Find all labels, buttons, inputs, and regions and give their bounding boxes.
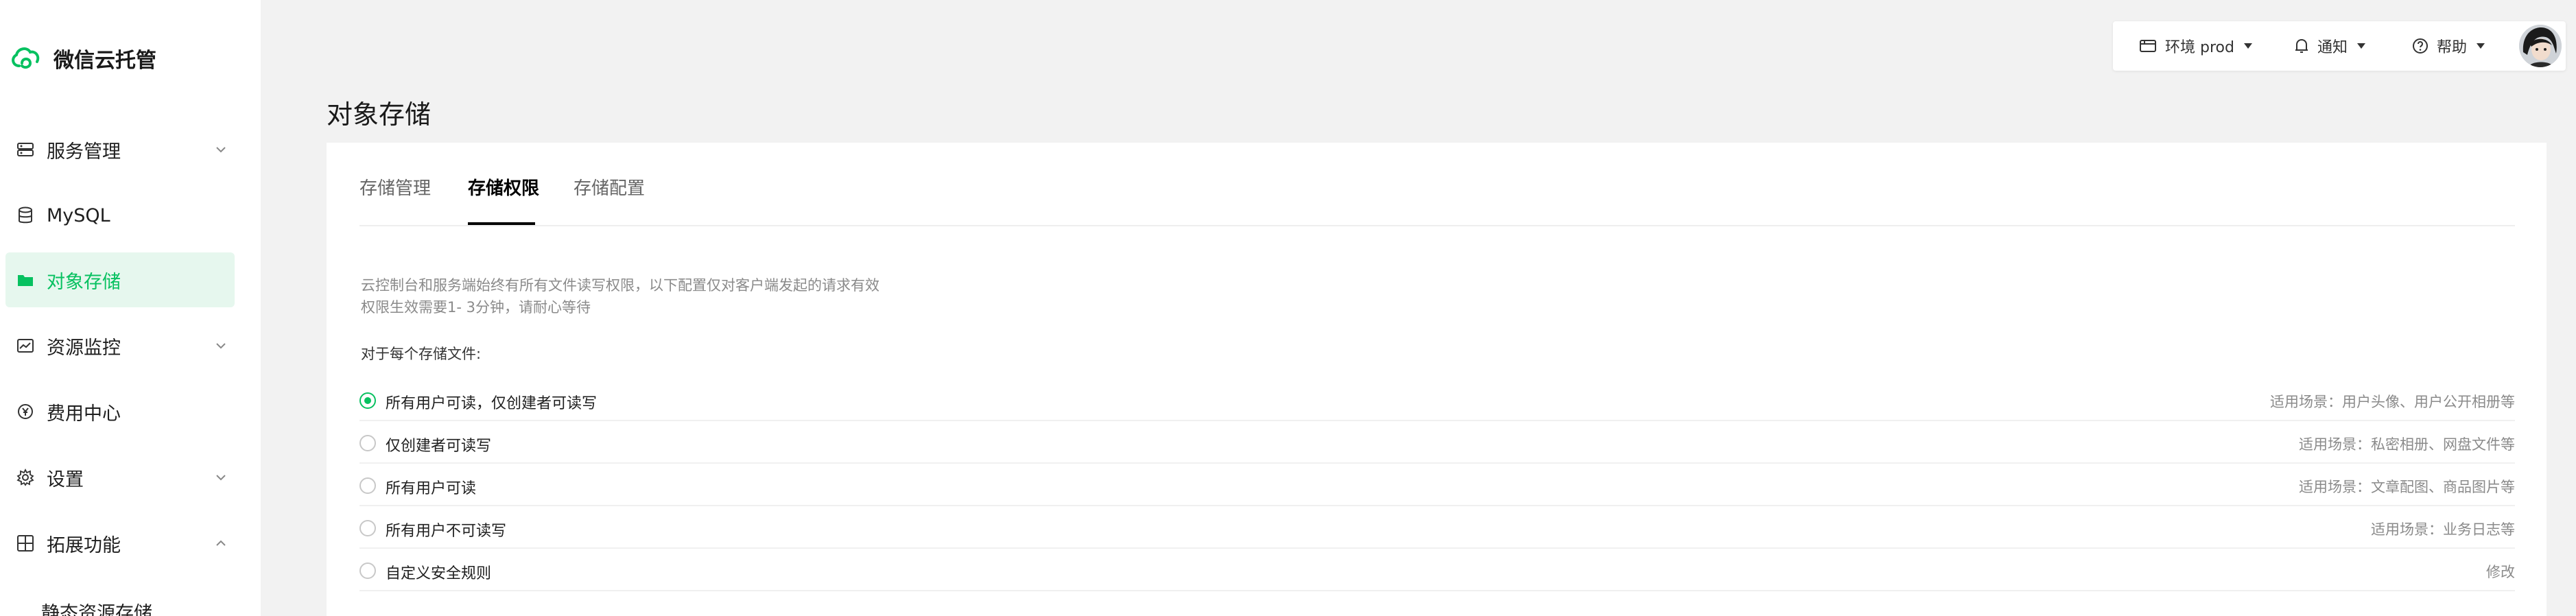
sidebar-item-service[interactable]: 服务管理 bbox=[5, 122, 235, 177]
notify-label: 通知 bbox=[2317, 39, 2348, 56]
sidebar-item-billing[interactable]: 费用中心 bbox=[5, 384, 235, 439]
help-menu[interactable]: 帮助 bbox=[2412, 36, 2485, 56]
radio-button[interactable] bbox=[359, 392, 376, 409]
sidebar-item-label: 设置 bbox=[47, 469, 84, 490]
sidebar-item-label: 费用中心 bbox=[47, 403, 121, 425]
permission-option[interactable]: 仅创建者可读写 适用场景：私密相册、网盘文件等 bbox=[359, 421, 2515, 464]
sidebar-item-label: 服务管理 bbox=[47, 141, 121, 163]
env-selector[interactable]: 环境 prod bbox=[2139, 36, 2252, 56]
avatar[interactable] bbox=[2519, 25, 2562, 67]
sidebar-item-settings[interactable]: 设置 bbox=[5, 450, 235, 505]
user-avatar-icon bbox=[2519, 25, 2562, 67]
chevron-down-icon bbox=[216, 343, 226, 349]
chevron-down-icon bbox=[216, 475, 226, 481]
yen-icon bbox=[15, 401, 36, 422]
tab-storage-permission[interactable]: 存储权限 bbox=[468, 174, 539, 200]
permission-effect-note: 权限生效需要1- 3分钟，请耐心等待 bbox=[361, 299, 591, 316]
radio-button[interactable] bbox=[359, 435, 376, 451]
sidebar-item-label: 资源监控 bbox=[47, 337, 121, 359]
content-card: 存储管理 存储权限 存储配置 云控制台和服务端始终有所有文件读写权限，以下配置仅… bbox=[327, 143, 2547, 616]
radio-button[interactable] bbox=[359, 520, 376, 536]
app-title: 微信云托管 bbox=[54, 49, 156, 73]
radio-button[interactable] bbox=[359, 562, 376, 579]
sidebar-item-extensions[interactable]: 拓展功能 bbox=[5, 516, 235, 571]
sidebar-item-label: MySQL bbox=[47, 204, 110, 226]
radio-button[interactable] bbox=[359, 477, 376, 494]
top-toolbar: 环境 prod 通知 帮助 bbox=[2113, 21, 2566, 71]
caret-down-icon bbox=[2477, 43, 2485, 49]
option-scene: 适用场景：用户头像、用户公开相册等 bbox=[2270, 394, 2515, 410]
tab-storage-config[interactable]: 存储配置 bbox=[574, 174, 645, 200]
option-label: 所有用户可读，仅创建者可读写 bbox=[386, 395, 598, 412]
gear-icon bbox=[15, 467, 36, 488]
env-label: 环境 prod bbox=[2165, 39, 2234, 56]
option-scene: 适用场景：文章配图、商品图片等 bbox=[2299, 479, 2515, 495]
app-logo[interactable]: 微信云托管 bbox=[10, 43, 156, 74]
monitor-chart-icon bbox=[15, 335, 36, 356]
database-icon bbox=[15, 205, 36, 226]
sidebar-item-mysql[interactable]: MySQL bbox=[5, 188, 235, 243]
option-label: 仅创建者可读写 bbox=[386, 438, 492, 455]
notify-menu[interactable]: 通知 bbox=[2294, 36, 2366, 56]
modify-link[interactable]: 修改 bbox=[2486, 561, 2515, 582]
help-label: 帮助 bbox=[2437, 39, 2468, 56]
cloud-logo-icon bbox=[12, 47, 40, 69]
help-circle-icon bbox=[2413, 38, 2428, 54]
option-scene: 适用场景：私密相册、网盘文件等 bbox=[2299, 436, 2515, 453]
tab-storage-management[interactable]: 存储管理 bbox=[359, 174, 431, 200]
sidebar-item-object-storage[interactable]: 对象存储 bbox=[5, 252, 235, 307]
permission-option[interactable]: 所有用户可读，仅创建者可读写 适用场景：用户头像、用户公开相册等 bbox=[359, 379, 2515, 421]
caret-down-icon bbox=[2357, 43, 2366, 49]
server-icon bbox=[15, 139, 36, 160]
option-label: 自定义安全规则 bbox=[386, 565, 492, 582]
caret-down-icon bbox=[2243, 43, 2252, 49]
sidebar-item-label: 对象存储 bbox=[47, 271, 121, 293]
option-label: 所有用户不可读写 bbox=[386, 523, 507, 540]
sidebar-item-monitor[interactable]: 资源监控 bbox=[5, 318, 235, 373]
chevron-down-icon bbox=[216, 147, 226, 153]
permission-option[interactable]: 自定义安全规则 修改 bbox=[359, 549, 2515, 591]
tab-bar: 存储管理 存储权限 存储配置 bbox=[359, 143, 2515, 226]
sidebar-item-label: 拓展功能 bbox=[47, 534, 121, 556]
chevron-up-icon bbox=[216, 540, 226, 546]
active-tab-indicator bbox=[468, 222, 535, 225]
permission-option[interactable]: 所有用户可读 适用场景：文章配图、商品图片等 bbox=[359, 464, 2515, 506]
environment-icon bbox=[2140, 40, 2156, 52]
folder-icon bbox=[15, 270, 36, 290]
page-title: 对象存储 bbox=[327, 99, 432, 130]
grid-icon bbox=[15, 533, 36, 554]
permission-description: 云控制台和服务端始终有所有文件读写权限，以下配置仅对客户端发起的请求有效 bbox=[361, 277, 879, 294]
option-label: 所有用户可读 bbox=[386, 480, 477, 497]
sidebar: 微信云托管 服务管理 MySQL 对象存储 资源监控 费用中心 设置 拓展功能 … bbox=[0, 0, 261, 616]
section-label: 对于每个存储文件: bbox=[361, 346, 482, 362]
sidebar-subitem-static-storage[interactable]: 静态资源存储 bbox=[41, 598, 152, 616]
option-scene: 适用场景：业务日志等 bbox=[2371, 521, 2515, 538]
bell-icon bbox=[2295, 38, 2308, 53]
permission-option[interactable]: 所有用户不可读写 适用场景：业务日志等 bbox=[359, 506, 2515, 549]
